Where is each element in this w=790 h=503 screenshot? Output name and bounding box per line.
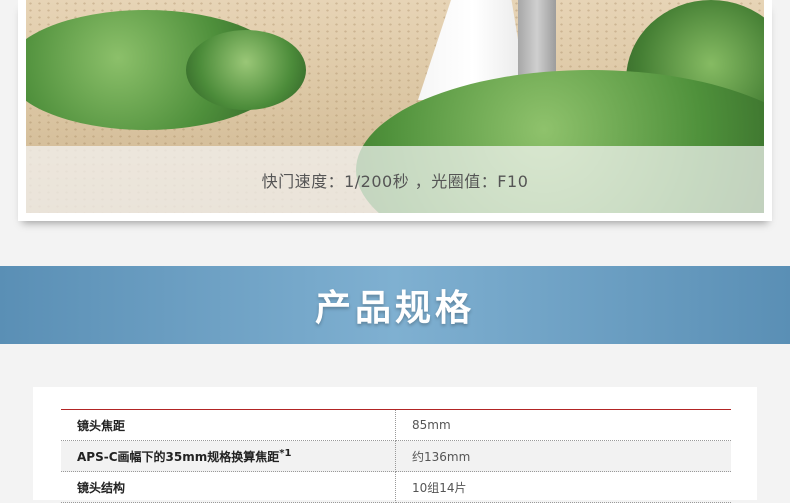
spec-label: 镜头焦距	[61, 409, 396, 441]
table-row: 镜头焦距 85mm	[61, 409, 731, 441]
section-title: 产品规格	[314, 288, 475, 329]
spec-label: 镜头结构	[61, 471, 396, 503]
spec-value: 10组14片	[395, 471, 731, 503]
photo-caption-band: 快门速度：1/200秒 ，光圈值：F10	[26, 146, 764, 213]
spec-label: APS-C画幅下的35mm规格换算焦距*1	[61, 440, 396, 472]
photo-caption: 快门速度：1/200秒 ，光圈值：F10	[261, 171, 529, 191]
footnote-marker[interactable]: *1	[279, 448, 291, 459]
section-banner: 产品规格	[0, 266, 790, 344]
spec-table: 镜头焦距 85mm APS-C画幅下的35mm规格换算焦距*1 约136mm 镜…	[61, 409, 731, 503]
table-row: 镜头结构 10组14片	[61, 471, 731, 503]
spec-value: 85mm	[395, 409, 731, 441]
spec-panel: 镜头焦距 85mm APS-C画幅下的35mm规格换算焦距*1 约136mm 镜…	[33, 387, 757, 503]
bush-left-small	[186, 30, 306, 110]
sample-photo: 快门速度：1/200秒 ，光圈值：F10	[26, 0, 764, 213]
table-row: APS-C画幅下的35mm规格换算焦距*1 约136mm	[61, 440, 731, 472]
sample-photo-card: 快门速度：1/200秒 ，光圈值：F10	[18, 0, 772, 221]
spec-value: 约136mm	[395, 440, 731, 472]
